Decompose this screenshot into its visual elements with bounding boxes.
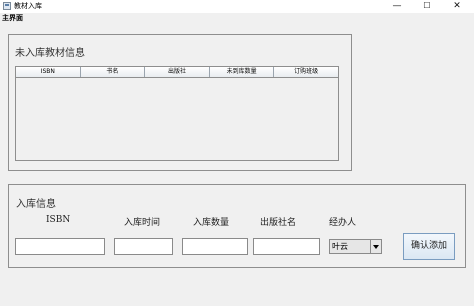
title-bar: 教材入库 — ☐ ✕	[0, 0, 474, 13]
table-header: ISBN 书名 出版社 未到库数量 订购班级	[16, 67, 338, 78]
menu-bar: 主界面	[0, 13, 474, 24]
maximize-button[interactable]: ☐	[412, 0, 442, 13]
time-label: 入库时间	[124, 218, 161, 228]
quantity-label: 入库数量	[193, 218, 230, 228]
handler-selected-value: 叶云	[332, 242, 348, 251]
column-header-order-class[interactable]: 订购班级	[274, 67, 338, 77]
column-header-isbn[interactable]: ISBN	[16, 67, 81, 77]
window-title: 教材入库	[14, 2, 42, 10]
menu-main[interactable]: 主界面	[2, 13, 23, 24]
confirm-add-button[interactable]: 确认添加	[403, 233, 455, 260]
publisher-label: 出版社名	[260, 218, 297, 228]
stock-in-panel: 入库信息 ISBN 入库时间 入库数量 出版社名 经办人 叶云 确认添加	[8, 184, 466, 268]
column-header-title[interactable]: 书名	[81, 67, 146, 77]
handler-select[interactable]: 叶云	[329, 239, 382, 254]
app-icon	[3, 2, 11, 10]
minimize-button[interactable]: —	[382, 0, 412, 13]
pending-panel-title: 未入库教材信息	[15, 48, 85, 59]
pending-books-panel: 未入库教材信息 ISBN 书名 出版社 未到库数量 订购班级	[8, 34, 352, 171]
close-button[interactable]: ✕	[442, 0, 472, 13]
pending-books-table[interactable]: ISBN 书名 出版社 未到库数量 订购班级	[15, 66, 339, 161]
publisher-field[interactable]	[253, 238, 320, 255]
column-header-publisher[interactable]: 出版社	[145, 67, 210, 77]
handler-label: 经办人	[329, 218, 357, 228]
isbn-label: ISBN	[46, 215, 71, 225]
chevron-down-icon[interactable]	[370, 240, 381, 253]
time-field[interactable]	[114, 238, 173, 255]
isbn-field[interactable]	[15, 238, 105, 255]
stock-panel-title: 入库信息	[16, 199, 56, 210]
column-header-pending-qty[interactable]: 未到库数量	[210, 67, 275, 77]
quantity-field[interactable]	[182, 238, 248, 255]
